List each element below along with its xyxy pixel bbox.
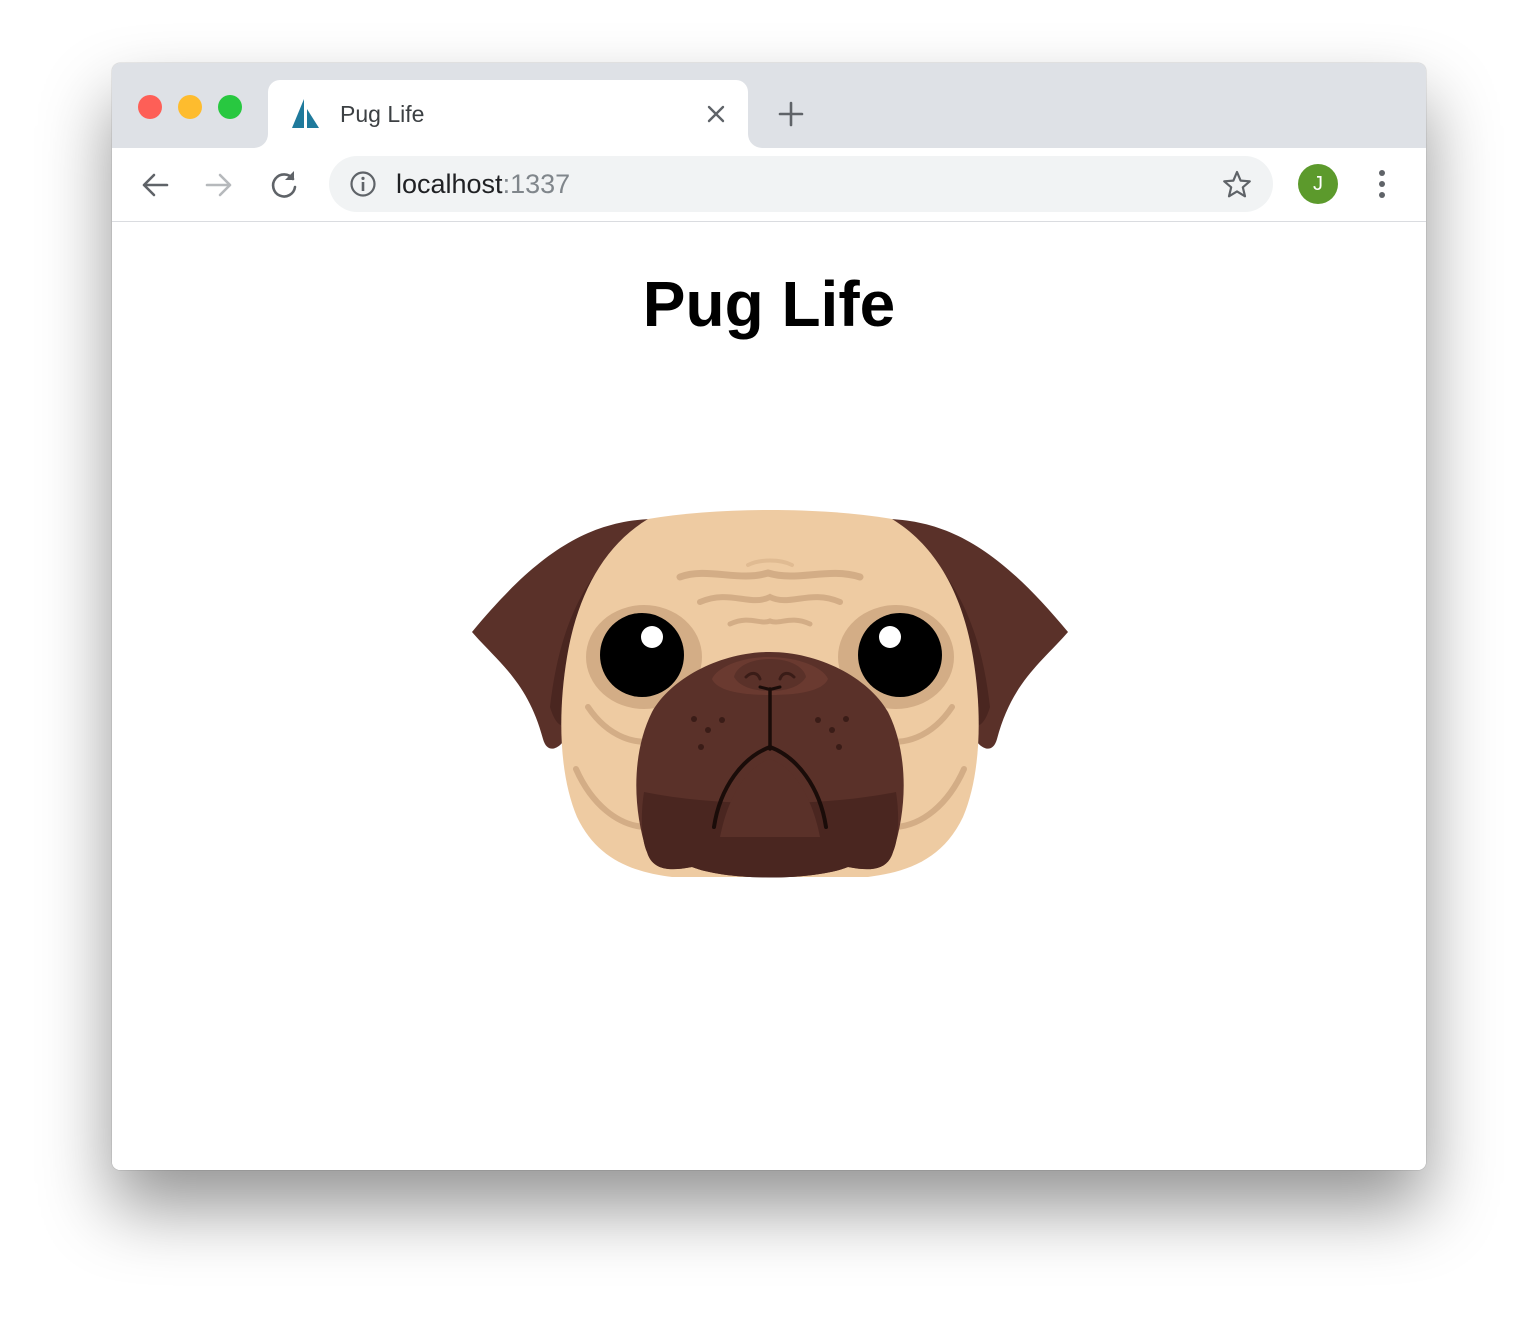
arrow-left-icon[interactable]: [138, 168, 172, 202]
right-eye: [858, 613, 942, 697]
left-eye: [600, 613, 684, 697]
tab-pug-life[interactable]: Pug Life: [268, 80, 748, 148]
close-icon[interactable]: [704, 102, 728, 126]
maximize-window-button[interactable]: [218, 95, 242, 119]
browser-toolbar: localhost:1337 J: [112, 148, 1426, 222]
page-title: Pug Life: [642, 268, 896, 340]
vertical-dots-icon[interactable]: [1368, 166, 1396, 202]
close-window-button[interactable]: [138, 95, 162, 119]
avatar[interactable]: J: [1298, 164, 1338, 204]
title-bar: Pug Life: [112, 63, 1426, 148]
address-host: localhost: [396, 169, 503, 199]
minimize-window-button[interactable]: [178, 95, 202, 119]
pug-face-illustration: [468, 507, 1072, 887]
sailboat-icon: [290, 97, 324, 131]
address-port: :1337: [502, 169, 571, 199]
reload-icon[interactable]: [267, 168, 301, 202]
arrow-right-icon[interactable]: [202, 168, 236, 202]
tab-title: Pug Life: [340, 101, 425, 127]
address-url[interactable]: localhost:1337: [396, 169, 570, 199]
browser-window: Pug Life localhost:1337 J Pug Life: [112, 63, 1426, 1170]
page-content: Pug Life: [112, 222, 1426, 1170]
star-icon[interactable]: [1221, 169, 1253, 201]
plus-icon[interactable]: [776, 99, 806, 129]
address-bar[interactable]: localhost:1337: [329, 156, 1273, 212]
info-icon[interactable]: [349, 170, 377, 198]
